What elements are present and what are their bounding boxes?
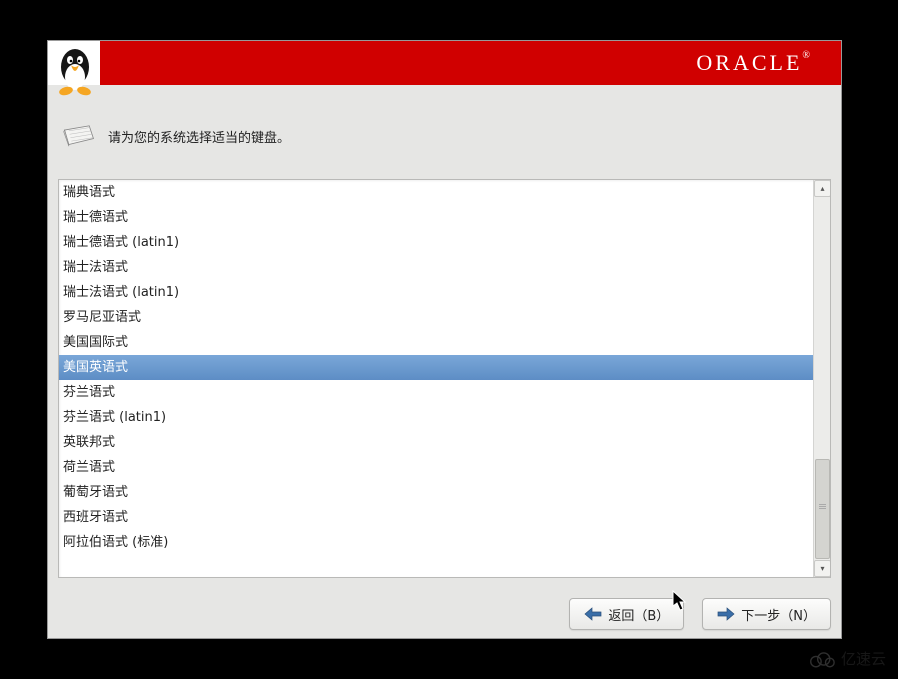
list-item[interactable]: 西班牙语式 (59, 505, 813, 530)
list-item[interactable]: 罗马尼亚语式 (59, 305, 813, 330)
oracle-logo: ORACLE® (696, 50, 813, 76)
list-item[interactable]: 瑞士德语式 (latin1) (59, 230, 813, 255)
prompt-row: 请为您的系统选择适当的键盘。 (62, 123, 831, 149)
list-item[interactable]: 芬兰语式 (59, 380, 813, 405)
watermark-cloud-icon (809, 650, 835, 668)
list-item[interactable]: 瑞士法语式 (59, 255, 813, 280)
list-item[interactable]: 阿拉伯语式 (标准) (59, 530, 813, 555)
scroll-thumb[interactable] (815, 459, 830, 559)
list-item[interactable]: 荷兰语式 (59, 455, 813, 480)
list-item[interactable]: 芬兰语式 (latin1) (59, 405, 813, 430)
installer-window: ORACLE® 请为您的系统选择适当的键盘。 瑞典语式瑞士德语式瑞士德语式 (l… (47, 40, 842, 639)
arrow-left-icon (584, 607, 602, 621)
content-area: 请为您的系统选择适当的键盘。 瑞典语式瑞士德语式瑞士德语式 (latin1)瑞士… (48, 85, 841, 588)
back-label: 返回（B） (608, 605, 669, 624)
list-item[interactable]: 瑞士法语式 (latin1) (59, 280, 813, 305)
penguin-icon (54, 45, 96, 99)
back-button[interactable]: 返回（B） (569, 598, 684, 630)
prompt-text: 请为您的系统选择适当的键盘。 (108, 127, 290, 146)
scrollbar[interactable]: ▴ ▾ (813, 180, 830, 577)
scroll-up-button[interactable]: ▴ (814, 180, 831, 197)
list-item[interactable]: 美国国际式 (59, 330, 813, 355)
watermark: 亿速云 (809, 648, 886, 669)
header-left (48, 41, 100, 85)
header-bar: ORACLE® (48, 41, 841, 85)
list-item[interactable]: 瑞典语式 (59, 180, 813, 205)
next-label: 下一步（N） (741, 605, 816, 624)
keyboard-list: 瑞典语式瑞士德语式瑞士德语式 (latin1)瑞士法语式瑞士法语式 (latin… (58, 179, 831, 578)
list-item[interactable]: 瑞士德语式 (59, 205, 813, 230)
arrow-right-icon (717, 607, 735, 621)
next-button[interactable]: 下一步（N） (702, 598, 831, 630)
scroll-down-button[interactable]: ▾ (814, 560, 831, 577)
watermark-text: 亿速云 (841, 648, 886, 669)
keyboard-list-scroll[interactable]: 瑞典语式瑞士德语式瑞士德语式 (latin1)瑞士法语式瑞士法语式 (latin… (59, 180, 813, 577)
header-red: ORACLE® (100, 41, 841, 85)
keyboard-icon (62, 123, 96, 149)
list-item[interactable]: 葡萄牙语式 (59, 480, 813, 505)
list-item[interactable]: 英联邦式 (59, 430, 813, 455)
list-item[interactable]: 美国英语式 (59, 355, 813, 380)
button-row: 返回（B） 下一步（N） (48, 588, 841, 638)
